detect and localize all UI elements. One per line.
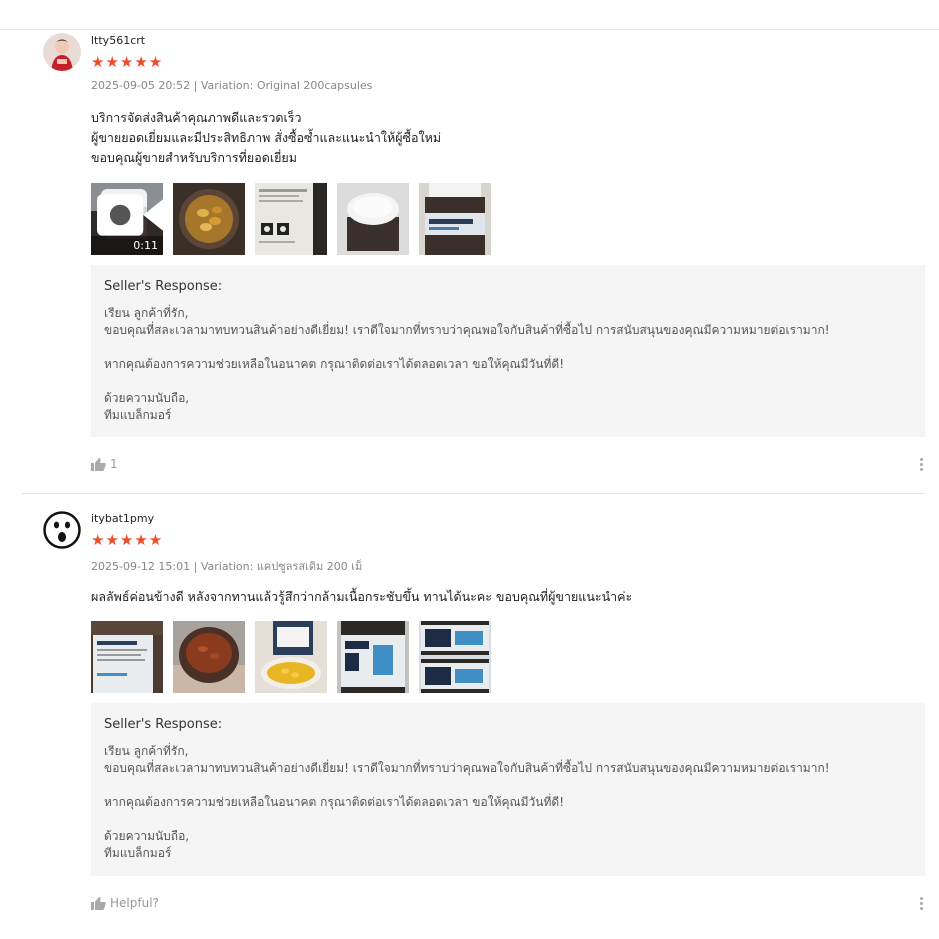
top-bar [0,0,939,30]
review-text: บริการจัดส่งสินค้าคุณภาพดีและรวดเร็ว ผู้… [91,108,441,168]
seller-response-line [104,777,830,794]
seller-response-line: ทีมแบล็กมอร์ [104,408,172,422]
star-rating: ★★★★★ [91,531,164,549]
thumbs-up-icon [91,457,106,471]
review-photo[interactable] [173,183,245,255]
seller-response-line: ทีมแบล็กมอร์ [104,846,172,860]
more-options-icon[interactable] [919,457,925,473]
seller-response-line: หากคุณต้องการความช่วยเหลือในอนาคต กรุณาต… [104,795,565,809]
seller-response-text: เรียน ลูกค้าที่รัก, ขอบคุณที่สละเวลามาทบ… [104,305,830,424]
seller-response-line: ขอบคุณที่สละเวลามาทบทวนสินค้าอย่างดีเยี่… [104,323,830,337]
review-photo[interactable] [419,621,491,693]
review-photo[interactable] [337,621,409,693]
seller-response-line: เรียน ลูกค้าที่รัก, [104,306,189,320]
seller-response: Seller's Response: เรียน ลูกค้าที่รัก, ข… [91,703,925,876]
helpful-label: Helpful? [110,896,159,910]
seller-response: Seller's Response: เรียน ลูกค้าที่รัก, ข… [91,265,925,437]
more-options-icon[interactable] [919,896,925,912]
review-text-line: ผู้ขายยอดเยี่ยมและมีประสิทธิภาพ สั่งซื้อ… [91,130,442,145]
seller-response-title: Seller's Response: [104,717,223,732]
review-divider [22,493,925,494]
seller-response-line [104,339,830,356]
review-photo[interactable] [173,621,245,693]
seller-response-line: ด้วยความนับถือ, [104,829,190,843]
review-meta: 2025-09-12 15:01 | Variation: แคปซูลรสเด… [91,560,363,573]
seller-response-title: Seller's Response: [104,279,223,294]
review-photo[interactable] [419,183,491,255]
review-video-thumbnail[interactable]: 0:11 [91,183,163,255]
username: itybat1pmy [91,512,155,525]
review-text-line: บริการจัดส่งสินค้าคุณภาพดีและรวดเร็ว [91,110,302,125]
review-photo[interactable] [337,183,409,255]
avatar[interactable] [43,511,81,549]
helpful-button[interactable]: Helpful? [91,896,159,910]
thumbs-up-icon [91,896,106,910]
username: ltty561crt [91,34,146,47]
seller-response-line: หากคุณต้องการความช่วยเหลือในอนาคต กรุณาต… [104,357,565,371]
seller-response-line: ขอบคุณที่สละเวลามาทบทวนสินค้าอย่างดีเยี่… [104,761,830,775]
surprised-face-icon [43,511,81,549]
review-text-line: ผลลัพธ์ค่อนข้างดี หลังจากทานแล้วรู้สึกว่… [91,589,633,604]
helpful-button[interactable]: 1 [91,457,118,471]
seller-response-line [104,373,830,390]
seller-response-line [104,811,830,828]
review-text-line: ขอบคุณผู้ขายสำหรับบริการที่ยอดเยี่ยม [91,150,297,165]
review-meta: 2025-09-05 20:52 | Variation: Original 2… [91,79,373,92]
avatar-image [43,33,81,71]
review-photo[interactable] [255,621,327,693]
video-duration: 0:11 [133,239,158,252]
review-photo[interactable] [91,621,163,693]
seller-response-text: เรียน ลูกค้าที่รัก, ขอบคุณที่สละเวลามาทบ… [104,743,830,862]
star-rating: ★★★★★ [91,53,164,71]
seller-response-line: เรียน ลูกค้าที่รัก, [104,744,189,758]
avatar[interactable] [43,33,81,71]
review-text: ผลลัพธ์ค่อนข้างดี หลังจากทานแล้วรู้สึกว่… [91,587,632,607]
review-photo[interactable] [255,183,327,255]
helpful-count: 1 [110,457,118,471]
seller-response-line: ด้วยความนับถือ, [104,391,190,405]
